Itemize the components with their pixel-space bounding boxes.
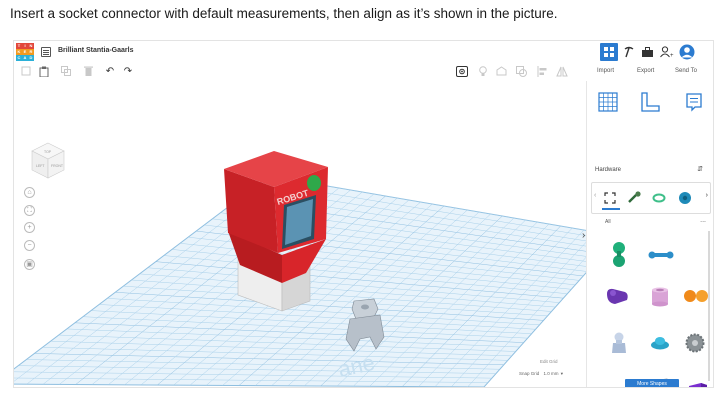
svg-text:+: + [670,53,674,58]
home-view-button[interactable]: ⌂ [24,187,35,198]
more-options-icon[interactable]: ... [700,217,706,224]
workplane-icon [598,92,618,112]
note-icon [686,93,702,112]
shape-socket-connector[interactable] [609,331,629,355]
chevron-up-down-icon: ⇵ [697,166,703,173]
fit-view-button[interactable]: ⛶ [24,205,35,216]
more-shapes-button[interactable]: More Shapes [625,379,679,387]
tinkercad-window: TINKERCAD Brilliant Stantia-Gaarls + ↶ ↷… [13,40,714,388]
add-user-icon: + [660,46,674,58]
view-cube[interactable]: TOP LEFT FRONT [31,142,65,185]
chevron-right-icon[interactable]: › [706,192,708,199]
collapse-panel-icon[interactable]: › [582,230,585,241]
group-icon[interactable] [515,66,527,78]
category-basic-icon[interactable] [604,192,616,204]
shape-purple-hinge[interactable] [605,286,629,306]
category-underline [602,208,620,210]
shape-teal-cap[interactable] [649,333,671,351]
category-tools-icon[interactable] [627,191,643,205]
invite-button[interactable]: + [658,43,676,61]
instruction-text: Insert a socket connector with default m… [10,6,558,21]
briefcase-icon [641,47,653,57]
zoom-in-button[interactable]: + [24,222,35,233]
user-avatar[interactable] [678,43,696,61]
design-title[interactable]: Brilliant Stantia-Gaarls [58,47,133,54]
send-to-button[interactable]: Send To [675,68,697,74]
shape-tool-icon[interactable] [495,66,507,78]
shape-pink-cylinder[interactable] [649,285,671,307]
filter-label: All [605,219,611,225]
tinkercad-logo[interactable]: TINKERCAD [16,43,34,61]
chevron-down-icon: ▼ [559,371,564,376]
top-bar: TINKERCAD Brilliant Stantia-Gaarls + [14,41,713,63]
edit-grid-button[interactable]: Edit Grid [540,359,558,364]
light-bulb-icon[interactable] [477,66,489,78]
mirror-icon[interactable] [556,66,568,78]
export-button[interactable]: Export [637,68,654,74]
grid-view-icon [604,47,614,57]
grid-view-button[interactable] [600,43,618,61]
zoom-out-button[interactable]: − [24,240,35,251]
3d-viewport[interactable]: ane ROBOT TOP LEFT FRONT ⌂ ⛶ + − ▣ [14,81,586,387]
design-menu-icon[interactable] [41,47,51,57]
shape-orange-balls[interactable] [683,289,709,303]
ruler-icon [641,92,660,112]
category-carousel[interactable]: ‹ › [591,182,711,214]
viewcube-left: LEFT [36,164,45,168]
align-icon[interactable] [536,66,548,78]
viewcube-front: FRONT [51,164,64,168]
shape-green-balls[interactable] [609,241,629,269]
robot-button[interactable] [307,175,321,191]
avatar-icon [679,44,695,60]
shape-category-dropdown[interactable]: Hardware ⇵ [595,163,705,177]
new-shape-icon[interactable] [20,66,32,78]
viewcube-top: TOP [44,150,52,154]
undo-icon[interactable]: ↶ [104,66,116,78]
logo-letter: D [28,55,34,61]
shape-purple-block[interactable] [687,381,709,388]
ruler-tool[interactable] [639,91,661,113]
category-links-icon[interactable] [652,192,666,204]
shapes-panel: Hardware ⇵ ‹ › All ... More Shapes [586,81,713,388]
import-button[interactable]: Import [597,68,614,74]
workplane-tool[interactable] [597,91,619,113]
socket-connector-model[interactable] [340,297,390,357]
chevron-left-icon[interactable]: ‹ [594,192,596,199]
shape-category-value: Hardware [595,167,622,173]
panel-scrollbar[interactable] [708,231,710,381]
snap-grid-value[interactable]: 1.0 mm [544,371,559,376]
robot-model[interactable]: ROBOT [220,143,360,343]
snap-grid-label: Snap Grid [519,371,540,376]
delete-icon[interactable] [82,66,94,78]
shape-grey-gear[interactable] [685,333,705,353]
paste-icon[interactable] [38,66,50,78]
shape-blue-pin[interactable] [647,249,675,261]
edit-toolbar: ↶ ↷ Import Export Send To [14,63,713,81]
notes-icon[interactable] [456,66,468,78]
snap-grid-control[interactable]: Snap Grid 1.0 mm ▼ [519,371,564,376]
duplicate-icon[interactable] [60,66,72,78]
notes-tool[interactable] [683,91,705,113]
blocks-view-button[interactable] [620,43,638,61]
category-gears-icon[interactable] [677,190,693,206]
ortho-view-button[interactable]: ▣ [24,259,35,270]
redo-icon[interactable]: ↷ [122,66,134,78]
lessons-button[interactable] [638,43,656,61]
pickaxe-icon [624,46,634,58]
